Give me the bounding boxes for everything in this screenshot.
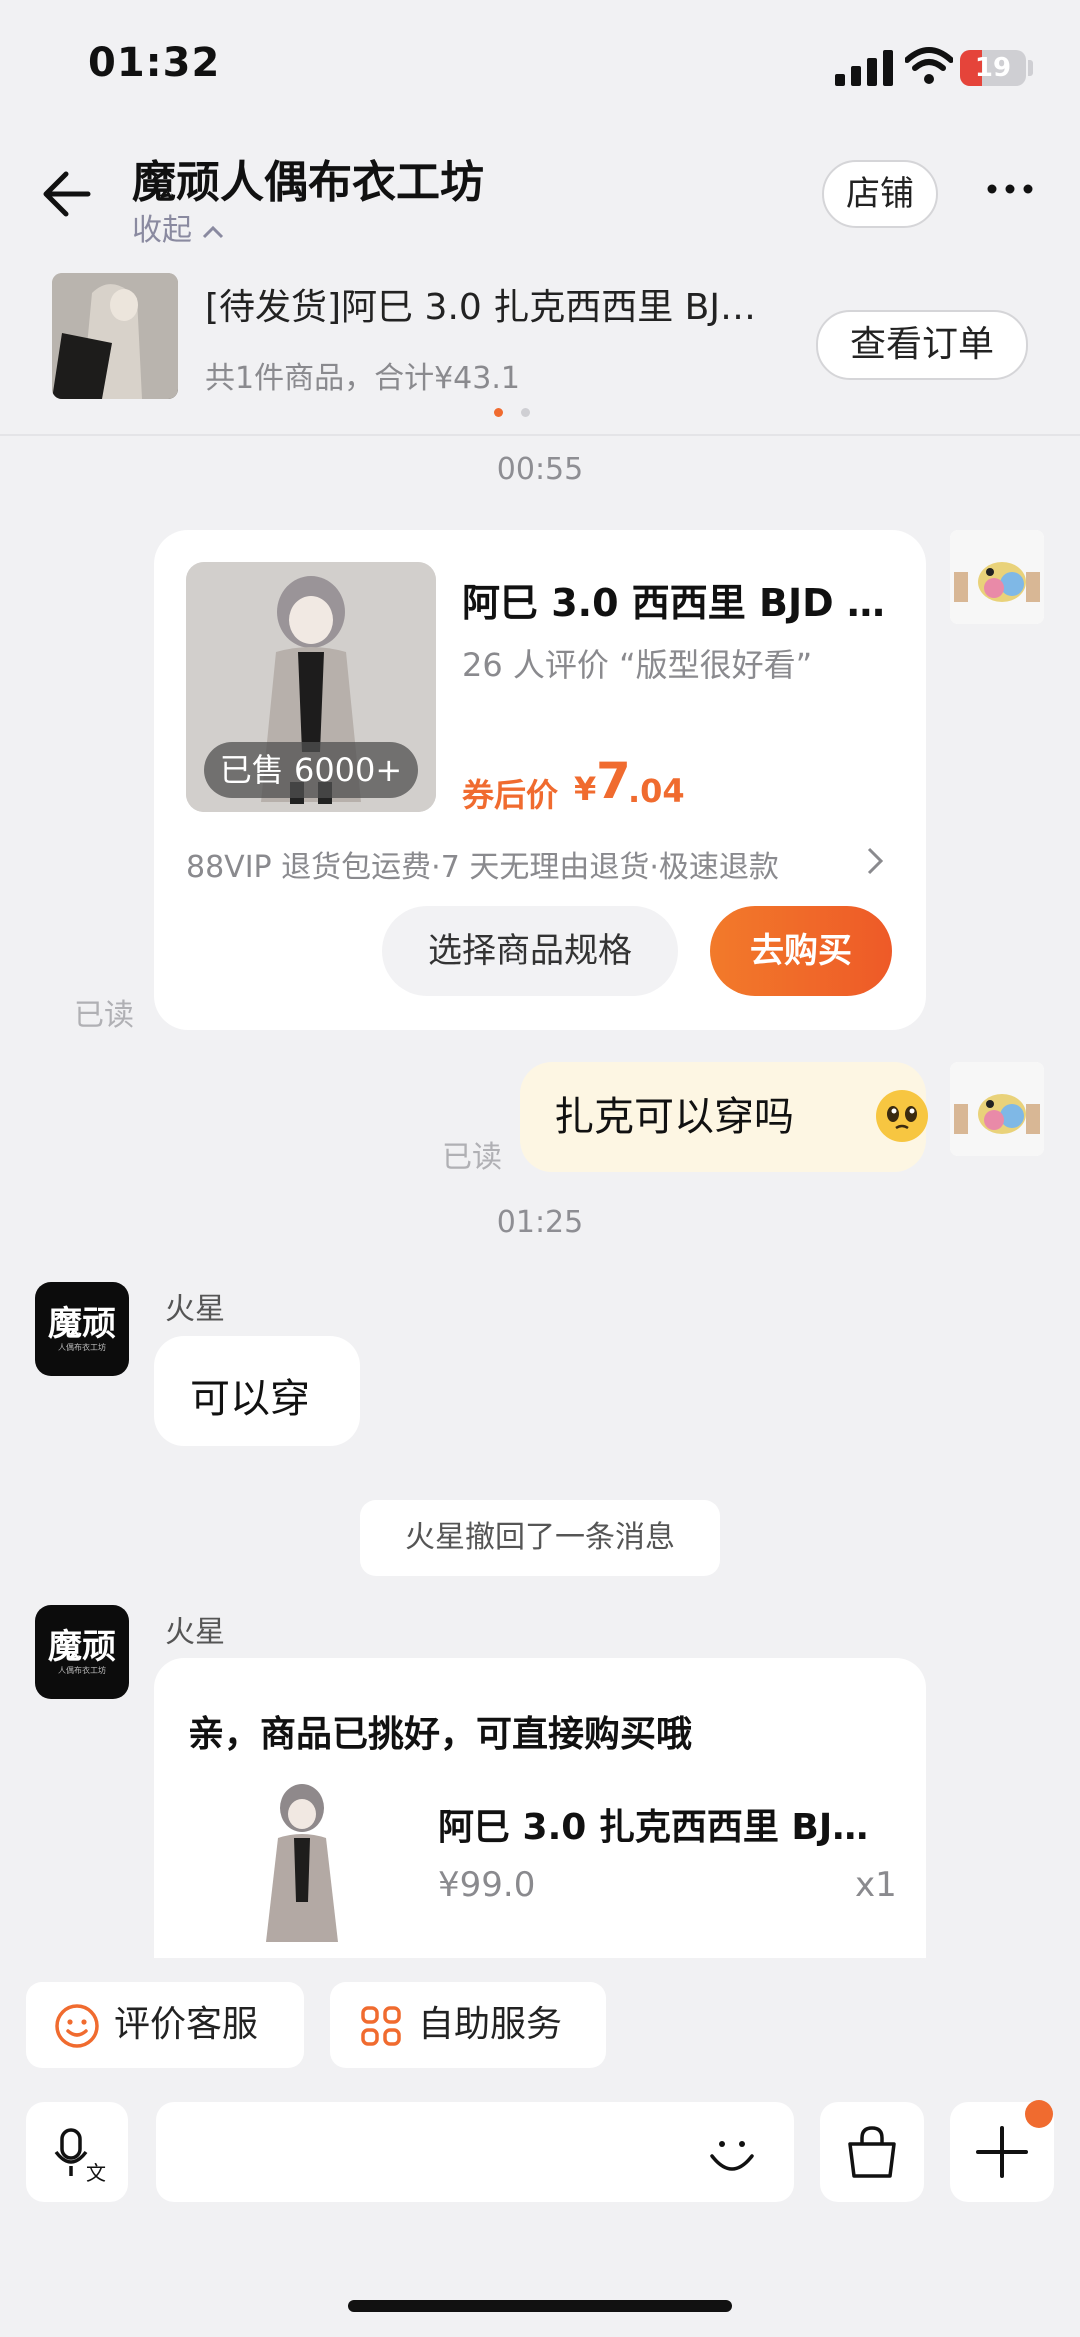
battery-icon: 19 (960, 50, 1026, 86)
message-input[interactable] (156, 2102, 794, 2202)
shop-avatar-sub: 人偶布衣工坊 (58, 1666, 106, 1675)
order-thumbnail[interactable] (52, 273, 178, 399)
plus-icon (976, 2126, 1028, 2178)
doll-image-icon (52, 273, 178, 399)
shop-message-bubble[interactable]: 可以穿 (154, 1336, 360, 1446)
shop-avatar-logo: 魔顽 (48, 1304, 116, 1344)
read-receipt: 已读 (74, 998, 134, 1033)
self-service-chip[interactable]: 自助服务 (330, 1982, 606, 2068)
recommend-item-qty: x1 (855, 1865, 897, 1905)
shop-avatar[interactable]: 魔顽 人偶布衣工坊 (35, 1605, 129, 1699)
shop-message-text: 可以穿 (190, 1376, 310, 1422)
parrot-avatar-icon (950, 530, 1044, 624)
price-currency: ¥ (574, 770, 597, 808)
chevron-right-icon[interactable] (865, 846, 885, 876)
buy-button[interactable]: 去购买 (710, 906, 892, 996)
battery-cap (1028, 60, 1033, 76)
shop-avatar-sub: 人偶布衣工坊 (58, 1343, 106, 1352)
timestamp: 00:55 (496, 452, 584, 487)
user-avatar[interactable] (950, 530, 1044, 624)
collapse-label: 收起 (132, 213, 192, 248)
page-indicator-active (494, 408, 503, 417)
price-decimal: .04 (628, 772, 685, 810)
user-avatar[interactable] (950, 1062, 1044, 1156)
header-divider (0, 434, 1080, 436)
recommend-item-title[interactable]: 阿巳 3.0 扎克西西里 BJ… (438, 1798, 868, 1850)
product-title[interactable]: 阿巳 3.0 西西里 BJD … (462, 572, 885, 627)
signal-icon (835, 50, 893, 86)
shop-button[interactable]: 店铺 (822, 160, 938, 228)
collapse-toggle[interactable]: 收起 (132, 205, 224, 249)
shop-title[interactable]: 魔顽人偶布衣工坊 (132, 146, 484, 210)
page-indicator (521, 408, 530, 417)
smile-icon (55, 2004, 99, 2048)
select-spec-button[interactable]: 选择商品规格 (382, 906, 678, 996)
chip-label: 评价客服 (114, 2004, 259, 2045)
price-integer: 7 (596, 752, 631, 810)
battery-text: 19 (974, 53, 1012, 83)
shop-avatar-logo: 魔顽 (48, 1627, 116, 1667)
grid-icon (361, 2006, 401, 2046)
order-summary: 共1件商品，合计¥43.1 (205, 361, 520, 396)
sender-name: 火星 (165, 1615, 225, 1650)
shopping-bag-button[interactable] (820, 2102, 924, 2202)
chip-label: 自助服务 (418, 2004, 563, 2045)
more-options-icon[interactable] (985, 182, 1035, 196)
my-message-text: 扎克可以穿吗 (554, 1094, 794, 1140)
recommend-item-price: ¥99.0 (438, 1865, 536, 1905)
microphone-icon: 文 (54, 2128, 106, 2184)
recommend-text: 亲，商品已挑好，可直接购买哦 (188, 1714, 693, 1755)
chevron-up-icon (202, 225, 223, 238)
wifi-icon (905, 47, 953, 84)
sender-name: 火星 (165, 1292, 225, 1327)
order-title[interactable]: [待发货]阿巳 3.0 扎克西西里 BJ… (205, 278, 756, 330)
back-arrow-icon[interactable] (40, 170, 92, 218)
teary-smile-emoji-icon (876, 1090, 928, 1142)
sold-badge: 已售 6000+ (204, 742, 418, 798)
read-receipt: 已读 (442, 1140, 502, 1175)
shop-avatar[interactable]: 魔顽 人偶布衣工坊 (35, 1282, 129, 1376)
shopping-bag-icon (848, 2126, 896, 2178)
home-indicator[interactable] (348, 2300, 732, 2312)
parrot-avatar-icon (950, 1062, 1044, 1156)
service-info[interactable]: 88VIP 退货包运费·7 天无理由退货·极速退款 (186, 842, 779, 886)
recall-notice: 火星撤回了一条消息 (360, 1500, 720, 1576)
product-reviews: 26 人评价 “版型很好看” (462, 646, 813, 684)
svg-text:文: 文 (86, 2161, 106, 2184)
timestamp: 01:25 (496, 1205, 584, 1240)
rate-service-chip[interactable]: 评价客服 (26, 1982, 304, 2068)
my-message-bubble[interactable]: 扎克可以穿吗 (520, 1062, 928, 1172)
price-label: 券后价 (462, 776, 559, 814)
voice-button[interactable]: 文 (26, 2102, 128, 2202)
view-order-button[interactable]: 查看订单 (816, 310, 1028, 380)
status-time: 01:32 (88, 40, 221, 86)
notification-dot (1025, 2100, 1053, 2128)
doll-thumbnail-icon[interactable] (248, 1782, 356, 1950)
emoji-icon[interactable] (704, 2126, 760, 2182)
